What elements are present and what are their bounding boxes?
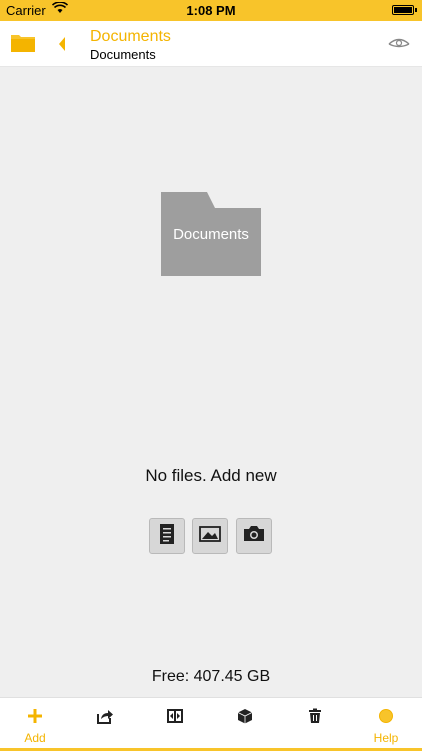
empty-message: No files. Add new xyxy=(145,466,277,485)
nav-title: Documents xyxy=(90,28,171,45)
clock: 1:08 PM xyxy=(186,3,236,18)
eye-icon[interactable] xyxy=(388,34,410,52)
nav-subtitle: Documents xyxy=(90,47,156,62)
camera-icon xyxy=(243,525,265,547)
document-icon xyxy=(159,523,175,550)
delete-button[interactable] xyxy=(290,698,340,748)
help-button[interactable]: Help xyxy=(361,698,411,748)
navigation-bar: Documents Documents xyxy=(0,21,422,67)
current-folder[interactable]: Documents xyxy=(161,192,261,276)
bottom-toolbar: Add Help xyxy=(0,697,422,751)
back-arrow-icon[interactable] xyxy=(56,35,68,53)
folder-tab xyxy=(161,192,215,208)
image-icon xyxy=(199,525,221,547)
add-photo-button[interactable] xyxy=(236,518,272,554)
archive-button[interactable] xyxy=(220,698,270,748)
add-label: Add xyxy=(24,731,46,745)
folder-icon[interactable] xyxy=(11,33,35,53)
help-label: Help xyxy=(373,731,399,745)
folder-label: Documents xyxy=(173,226,249,243)
free-space-label: Free: 407.45 GB xyxy=(151,668,271,685)
move-button[interactable] xyxy=(150,698,200,748)
add-document-button[interactable] xyxy=(149,518,185,554)
add-button[interactable]: Add xyxy=(10,698,60,748)
status-bar: Carrier 1:08 PM xyxy=(0,0,422,21)
add-image-button[interactable] xyxy=(192,518,228,554)
battery-icon xyxy=(392,5,417,15)
share-button[interactable] xyxy=(80,698,130,748)
